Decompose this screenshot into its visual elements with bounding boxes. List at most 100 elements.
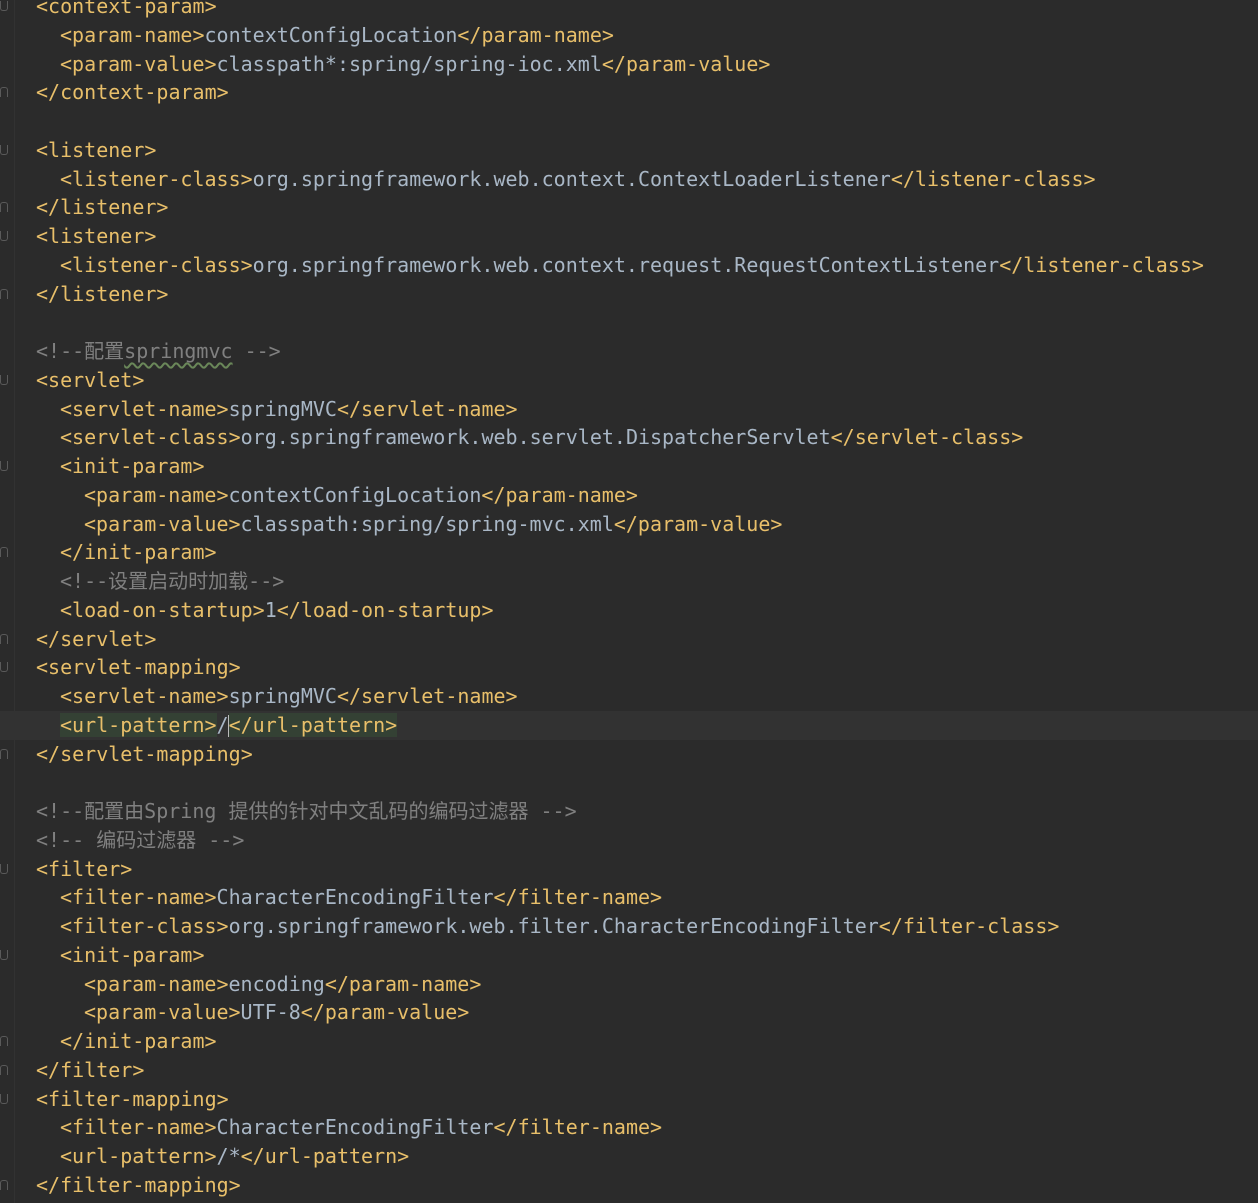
code-line[interactable]: <load-on-startup>1</load-on-startup> (0, 596, 1258, 625)
code-line-text: <servlet-mapping> (36, 653, 241, 682)
code-line[interactable]: </filter-mapping> (0, 1171, 1258, 1200)
fold-expand-icon[interactable] (0, 231, 8, 241)
xml-tag: <filter> (36, 856, 133, 881)
code-line[interactable]: <filter-mapping> (0, 1085, 1258, 1114)
xml-tag: <servlet-class> (60, 425, 241, 450)
fold-expand-icon[interactable] (0, 144, 8, 155)
xml-tag: </param-name> (324, 971, 482, 996)
code-line[interactable]: <!--设置启动时加载--> (0, 567, 1258, 596)
fold-expand-icon[interactable] (0, 1093, 8, 1104)
code-line[interactable]: </context-param> (0, 78, 1258, 107)
xml-text: classpath:spring/spring-mvc.xml (240, 511, 614, 536)
code-line-text: <init-param> (60, 941, 205, 970)
xml-tag: </param-name> (481, 482, 638, 507)
fold-collapse-icon[interactable] (0, 633, 8, 644)
xml-tag: <servlet-name> (60, 396, 229, 421)
fold-collapse-icon[interactable] (0, 547, 8, 558)
code-line-text: <listener> (36, 136, 156, 165)
code-line-text: <init-param> (60, 452, 205, 481)
code-editor[interactable]: <context-param> <param-name>contextConfig… (0, 0, 1258, 1203)
xml-tag: <param-value> (60, 51, 217, 76)
code-line[interactable]: <servlet> (0, 366, 1258, 395)
code-line[interactable]: <context-param> (0, 0, 1258, 21)
code-line[interactable]: <param-value>classpath*:spring/spring-io… (0, 50, 1258, 79)
code-line-text: <filter-class>org.springframework.web.fi… (60, 912, 1059, 941)
code-line[interactable] (0, 308, 1258, 337)
code-line[interactable]: <filter-name>CharacterEncodingFilter</fi… (0, 883, 1258, 912)
code-line-text: <param-name>contextConfigLocation</param… (60, 21, 614, 50)
xml-text: org.springframework.web.context.request.… (252, 252, 1000, 277)
code-line[interactable]: <listener> (0, 222, 1258, 251)
fold-collapse-icon[interactable] (0, 202, 8, 213)
code-line[interactable]: <listener-class>org.springframework.web.… (0, 165, 1258, 194)
xml-text: org.springframework.web.context.ContextL… (252, 166, 891, 191)
xml-tag: </param-value> (300, 1000, 470, 1025)
fold-expand-icon[interactable] (0, 662, 8, 673)
fold-collapse-icon[interactable] (0, 1036, 8, 1046)
code-line-current[interactable]: <url-pattern>/</url-pattern> (0, 710, 1258, 740)
xml-tag: </servlet-name> (336, 684, 518, 708)
code-line[interactable]: <filter-name>CharacterEncodingFilter</fi… (0, 1113, 1258, 1142)
code-line[interactable]: <param-name>contextConfigLocation</param… (0, 481, 1258, 510)
xml-tag: </servlet-mapping> (36, 741, 253, 766)
fold-collapse-icon[interactable] (0, 1179, 8, 1190)
xml-tag: <listener-class> (60, 252, 253, 277)
fold-collapse-icon[interactable] (0, 1064, 8, 1075)
code-line[interactable]: </servlet> (0, 625, 1258, 654)
code-line[interactable]: <!--配置springmvc --> (0, 337, 1258, 366)
code-line[interactable]: </init-param> (0, 538, 1258, 567)
code-line[interactable]: <servlet-class>org.springframework.web.s… (0, 423, 1258, 452)
xml-tag: </context-param> (36, 80, 229, 105)
code-line[interactable]: <listener-class>org.springframework.web.… (0, 251, 1258, 280)
xml-text: contextConfigLocation (204, 22, 458, 47)
code-line[interactable]: <param-name>encoding</param-name> (0, 970, 1258, 999)
code-line[interactable]: </init-param> (0, 1027, 1258, 1056)
code-line-text: </servlet> (36, 625, 156, 654)
xml-tag: <param-name> (84, 971, 229, 996)
xml-tag: </servlet-name> (336, 396, 518, 421)
fold-expand-icon[interactable] (0, 1, 8, 11)
code-line[interactable]: </filter> (0, 1056, 1258, 1085)
xml-tag: <param-value> (84, 1000, 241, 1025)
xml-tag: <param-name> (60, 22, 205, 47)
code-line-text: <servlet> (36, 366, 144, 395)
code-line[interactable]: <filter> (0, 855, 1258, 884)
xml-text: 1 (264, 597, 277, 622)
fold-expand-icon[interactable] (0, 863, 8, 874)
code-line[interactable]: <servlet-name>springMVC</servlet-name> (0, 395, 1258, 424)
code-line[interactable]: </listener> (0, 280, 1258, 309)
code-line[interactable] (0, 768, 1258, 797)
code-line[interactable]: <servlet-mapping> (0, 653, 1258, 682)
code-line-text: <param-value>classpath*:spring/spring-io… (60, 50, 770, 79)
xml-tag: <load-on-startup> (60, 597, 265, 622)
code-area[interactable]: <context-param> <param-name>contextConfig… (0, 0, 1258, 1200)
xml-text: /* (216, 1144, 241, 1168)
fold-collapse-icon[interactable] (0, 748, 8, 759)
code-line[interactable]: <!-- 编码过滤器 --> (0, 826, 1258, 855)
code-line[interactable]: <listener> (0, 136, 1258, 165)
code-line[interactable]: <param-name>contextConfigLocation</param… (0, 21, 1258, 50)
code-line-text: </init-param> (60, 1027, 217, 1056)
code-line[interactable]: <filter-class>org.springframework.web.fi… (0, 912, 1258, 941)
code-line[interactable]: <init-param> (0, 452, 1258, 481)
fold-collapse-icon[interactable] (0, 87, 8, 98)
fold-collapse-icon[interactable] (0, 288, 8, 299)
code-line[interactable]: </servlet-mapping> (0, 740, 1258, 769)
fold-expand-icon[interactable] (0, 374, 8, 385)
xml-tag: <param-value> (84, 511, 241, 536)
code-line[interactable]: <!--配置由Spring 提供的针对中文乱码的编码过滤器 --> (0, 797, 1258, 826)
fold-expand-icon[interactable] (0, 949, 8, 960)
code-line[interactable]: <param-value>UTF-8</param-value> (0, 998, 1258, 1027)
code-line[interactable]: <param-value>classpath:spring/spring-mvc… (0, 510, 1258, 539)
xml-tag: </filter> (36, 1057, 145, 1082)
code-line[interactable]: <url-pattern>/*</url-pattern> (0, 1142, 1258, 1171)
code-line[interactable] (0, 107, 1258, 136)
code-line-text: <listener> (36, 222, 156, 251)
code-line[interactable]: <servlet-name>springMVC</servlet-name> (0, 682, 1258, 711)
xml-tag: <servlet> (36, 367, 145, 392)
code-line[interactable]: <init-param> (0, 941, 1258, 970)
fold-expand-icon[interactable] (0, 461, 8, 471)
code-line[interactable]: </listener> (0, 193, 1258, 222)
code-line-text: <servlet-name>springMVC</servlet-name> (60, 395, 518, 424)
xml-tag: <filter-mapping> (36, 1086, 229, 1111)
